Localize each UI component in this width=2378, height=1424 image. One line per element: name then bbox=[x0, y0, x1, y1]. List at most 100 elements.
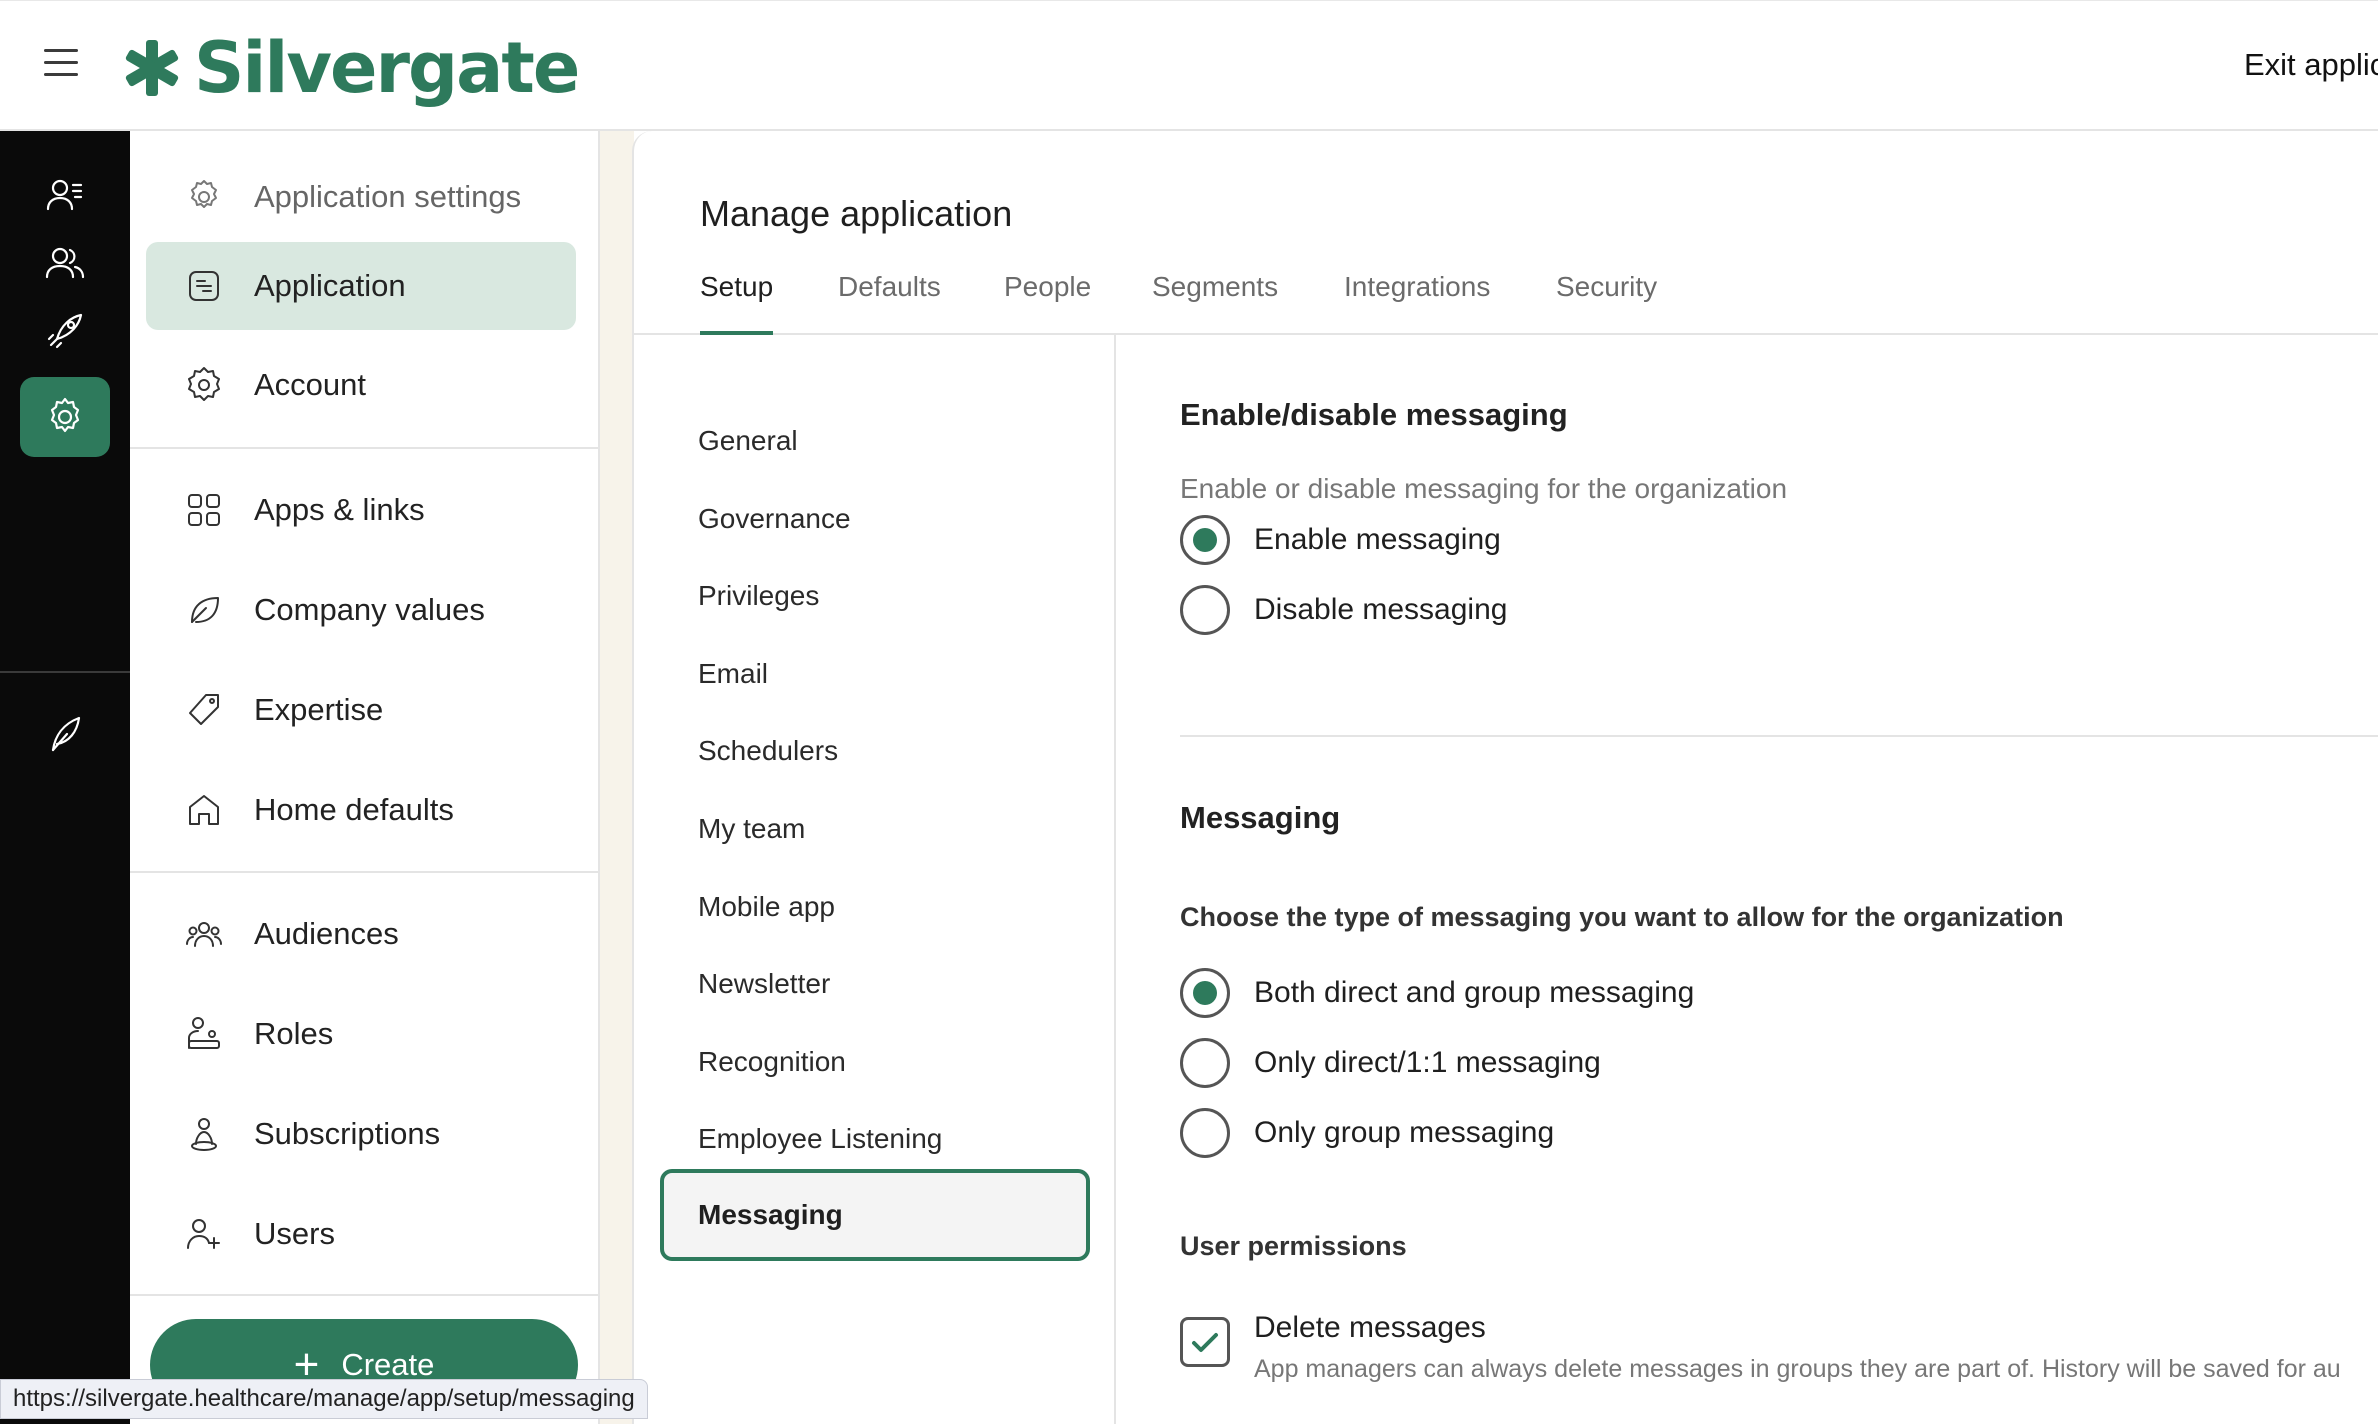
grid-icon bbox=[188, 494, 220, 526]
content-gutter bbox=[600, 131, 634, 1424]
sidebar-item-label: Application settings bbox=[254, 179, 522, 214]
brand-logo[interactable]: Silvergate bbox=[122, 23, 580, 113]
tab-segments[interactable]: Segments bbox=[1152, 271, 1278, 335]
roles-icon bbox=[188, 1017, 220, 1049]
audiences-icon bbox=[186, 922, 222, 947]
sidebar-item-roles[interactable]: Roles bbox=[146, 990, 576, 1078]
messaging-type-prompt: Choose the type of messaging you want to… bbox=[1180, 902, 2064, 932]
sidebar-item-apps-links[interactable]: Apps & links bbox=[146, 466, 576, 554]
home-icon bbox=[189, 795, 219, 825]
radio-group-messaging[interactable]: Only group messaging bbox=[1180, 1108, 1554, 1158]
delete-messages-checkbox[interactable] bbox=[1180, 1317, 1230, 1367]
top-header: Silvergate Exit applicati bbox=[0, 0, 2378, 131]
sidebar-item-label: Account bbox=[254, 367, 367, 402]
radio-label: Only group messaging bbox=[1254, 1116, 1555, 1149]
sidebar-item-subscriptions[interactable]: Subscriptions bbox=[146, 1090, 576, 1178]
radio-button[interactable] bbox=[1180, 1108, 1230, 1158]
radio-label: Both direct and group messaging bbox=[1254, 976, 1695, 1009]
radio-button[interactable] bbox=[1180, 585, 1230, 635]
gear-badge-icon bbox=[188, 367, 220, 401]
main-panel: Manage application Setup Defaults People… bbox=[632, 131, 2378, 1424]
delete-messages-option: Delete messages App managers can always … bbox=[1180, 1311, 2341, 1384]
radio-selected-dot bbox=[1193, 981, 1217, 1005]
section-divider bbox=[1180, 735, 2378, 737]
sidebar-item-company-values[interactable]: Company values bbox=[146, 566, 576, 654]
radio-selected-dot bbox=[1193, 528, 1217, 552]
radio-enable-messaging[interactable]: Enable messaging bbox=[1180, 515, 1501, 565]
hamburger-menu-icon[interactable] bbox=[44, 49, 78, 79]
app-icon bbox=[189, 271, 219, 301]
asterisk-logo-icon bbox=[125, 40, 179, 96]
radio-button[interactable] bbox=[1180, 968, 1230, 1018]
sidebar-item-label: Apps & links bbox=[254, 492, 425, 527]
create-button-label: Create bbox=[341, 1347, 435, 1382]
delete-messages-label: Delete messages bbox=[1254, 1311, 1486, 1344]
gear-icon bbox=[191, 180, 217, 208]
radio-label: Only direct/1:1 messaging bbox=[1254, 1046, 1601, 1079]
radio-button[interactable] bbox=[1180, 1038, 1230, 1088]
app-rail bbox=[0, 131, 130, 1424]
users-icon bbox=[45, 247, 85, 279]
radio-both-messaging[interactable]: Both direct and group messaging bbox=[1180, 968, 1694, 1018]
sidebar-item-label: Users bbox=[254, 1216, 335, 1251]
messaging-heading: Messaging bbox=[1180, 800, 1341, 835]
sidebar-item-label: Expertise bbox=[254, 692, 384, 727]
sidebar-item-label: Company values bbox=[254, 592, 485, 627]
subnav-item-my-team[interactable]: My team bbox=[698, 813, 805, 845]
sidebar-item-label: Subscriptions bbox=[254, 1116, 441, 1151]
feather-icon bbox=[51, 716, 81, 752]
sidebar-divider bbox=[130, 447, 600, 449]
rail-settings-button[interactable] bbox=[20, 377, 110, 457]
tab-defaults[interactable]: Defaults bbox=[838, 271, 941, 335]
page-title: Manage application bbox=[700, 193, 1013, 234]
enable-messaging-heading: Enable/disable messaging bbox=[1180, 397, 1568, 432]
sidebar-item-expertise[interactable]: Expertise bbox=[146, 666, 576, 754]
subnav-item-employee-listening[interactable]: Employee Listening bbox=[698, 1123, 942, 1155]
subnav-item-privileges[interactable]: Privileges bbox=[698, 580, 819, 612]
leaf-icon bbox=[191, 597, 219, 623]
radio-label: Disable messaging bbox=[1254, 593, 1508, 626]
subnav-item-mobile-app[interactable]: Mobile app bbox=[698, 891, 835, 923]
user-add-icon bbox=[187, 1219, 220, 1249]
subnav-item-recognition[interactable]: Recognition bbox=[698, 1046, 846, 1078]
sidebar-item-users[interactable]: Users bbox=[146, 1190, 576, 1278]
rocket-icon bbox=[47, 313, 83, 349]
tab-people[interactable]: People bbox=[1004, 271, 1091, 335]
tab-setup[interactable]: Setup bbox=[700, 271, 774, 335]
settings-sidebar: Application settings Application Account… bbox=[130, 131, 600, 1424]
user-list-icon bbox=[46, 179, 83, 211]
subnav-item-newsletter[interactable]: Newsletter bbox=[698, 968, 830, 1000]
sidebar-item-application-settings[interactable]: Application settings bbox=[146, 153, 576, 241]
radio-disable-messaging[interactable]: Disable messaging bbox=[1180, 585, 1507, 635]
subnav-item-governance[interactable]: Governance bbox=[698, 503, 851, 535]
status-bar-url: https://silvergate.healthcare/manage/app… bbox=[0, 1379, 648, 1419]
brand-name: Silvergate bbox=[194, 27, 580, 109]
subnav-item-messaging[interactable]: Messaging bbox=[660, 1169, 1090, 1261]
sidebar-item-label: Audiences bbox=[254, 916, 399, 951]
sidebar-item-label: Application bbox=[254, 268, 406, 303]
subnav-item-schedulers[interactable]: Schedulers bbox=[698, 735, 838, 767]
radio-button[interactable] bbox=[1180, 515, 1230, 565]
exit-application-link[interactable]: Exit applicati bbox=[2244, 47, 2378, 83]
subnav-item-email[interactable]: Email bbox=[698, 658, 768, 690]
tab-security[interactable]: Security bbox=[1556, 271, 1657, 335]
tag-icon bbox=[189, 694, 219, 725]
radio-direct-messaging[interactable]: Only direct/1:1 messaging bbox=[1180, 1038, 1601, 1088]
sidebar-item-label: Roles bbox=[254, 1016, 334, 1051]
checkmark-icon bbox=[1192, 1333, 1218, 1352]
subnav-item-general[interactable]: General bbox=[698, 425, 798, 457]
sidebar-divider bbox=[130, 871, 600, 873]
tab-integrations[interactable]: Integrations bbox=[1344, 271, 1490, 335]
sidebar-item-audiences[interactable]: Audiences bbox=[146, 890, 576, 978]
subscriptions-icon bbox=[191, 1118, 217, 1151]
sidebar-item-label: Home defaults bbox=[254, 792, 454, 827]
sidebar-item-home-defaults[interactable]: Home defaults bbox=[146, 766, 576, 854]
rail-divider bbox=[0, 671, 130, 673]
gear-icon bbox=[50, 397, 80, 433]
sidebar-item-account[interactable]: Account bbox=[146, 341, 576, 429]
sidebar-item-application[interactable]: Application bbox=[146, 242, 576, 330]
setup-subnav: General Governance Privileges Email Sche… bbox=[634, 335, 1116, 1424]
user-permissions-heading: User permissions bbox=[1180, 1231, 1407, 1261]
radio-label: Enable messaging bbox=[1254, 523, 1501, 556]
rail-feather-button[interactable] bbox=[20, 694, 110, 774]
